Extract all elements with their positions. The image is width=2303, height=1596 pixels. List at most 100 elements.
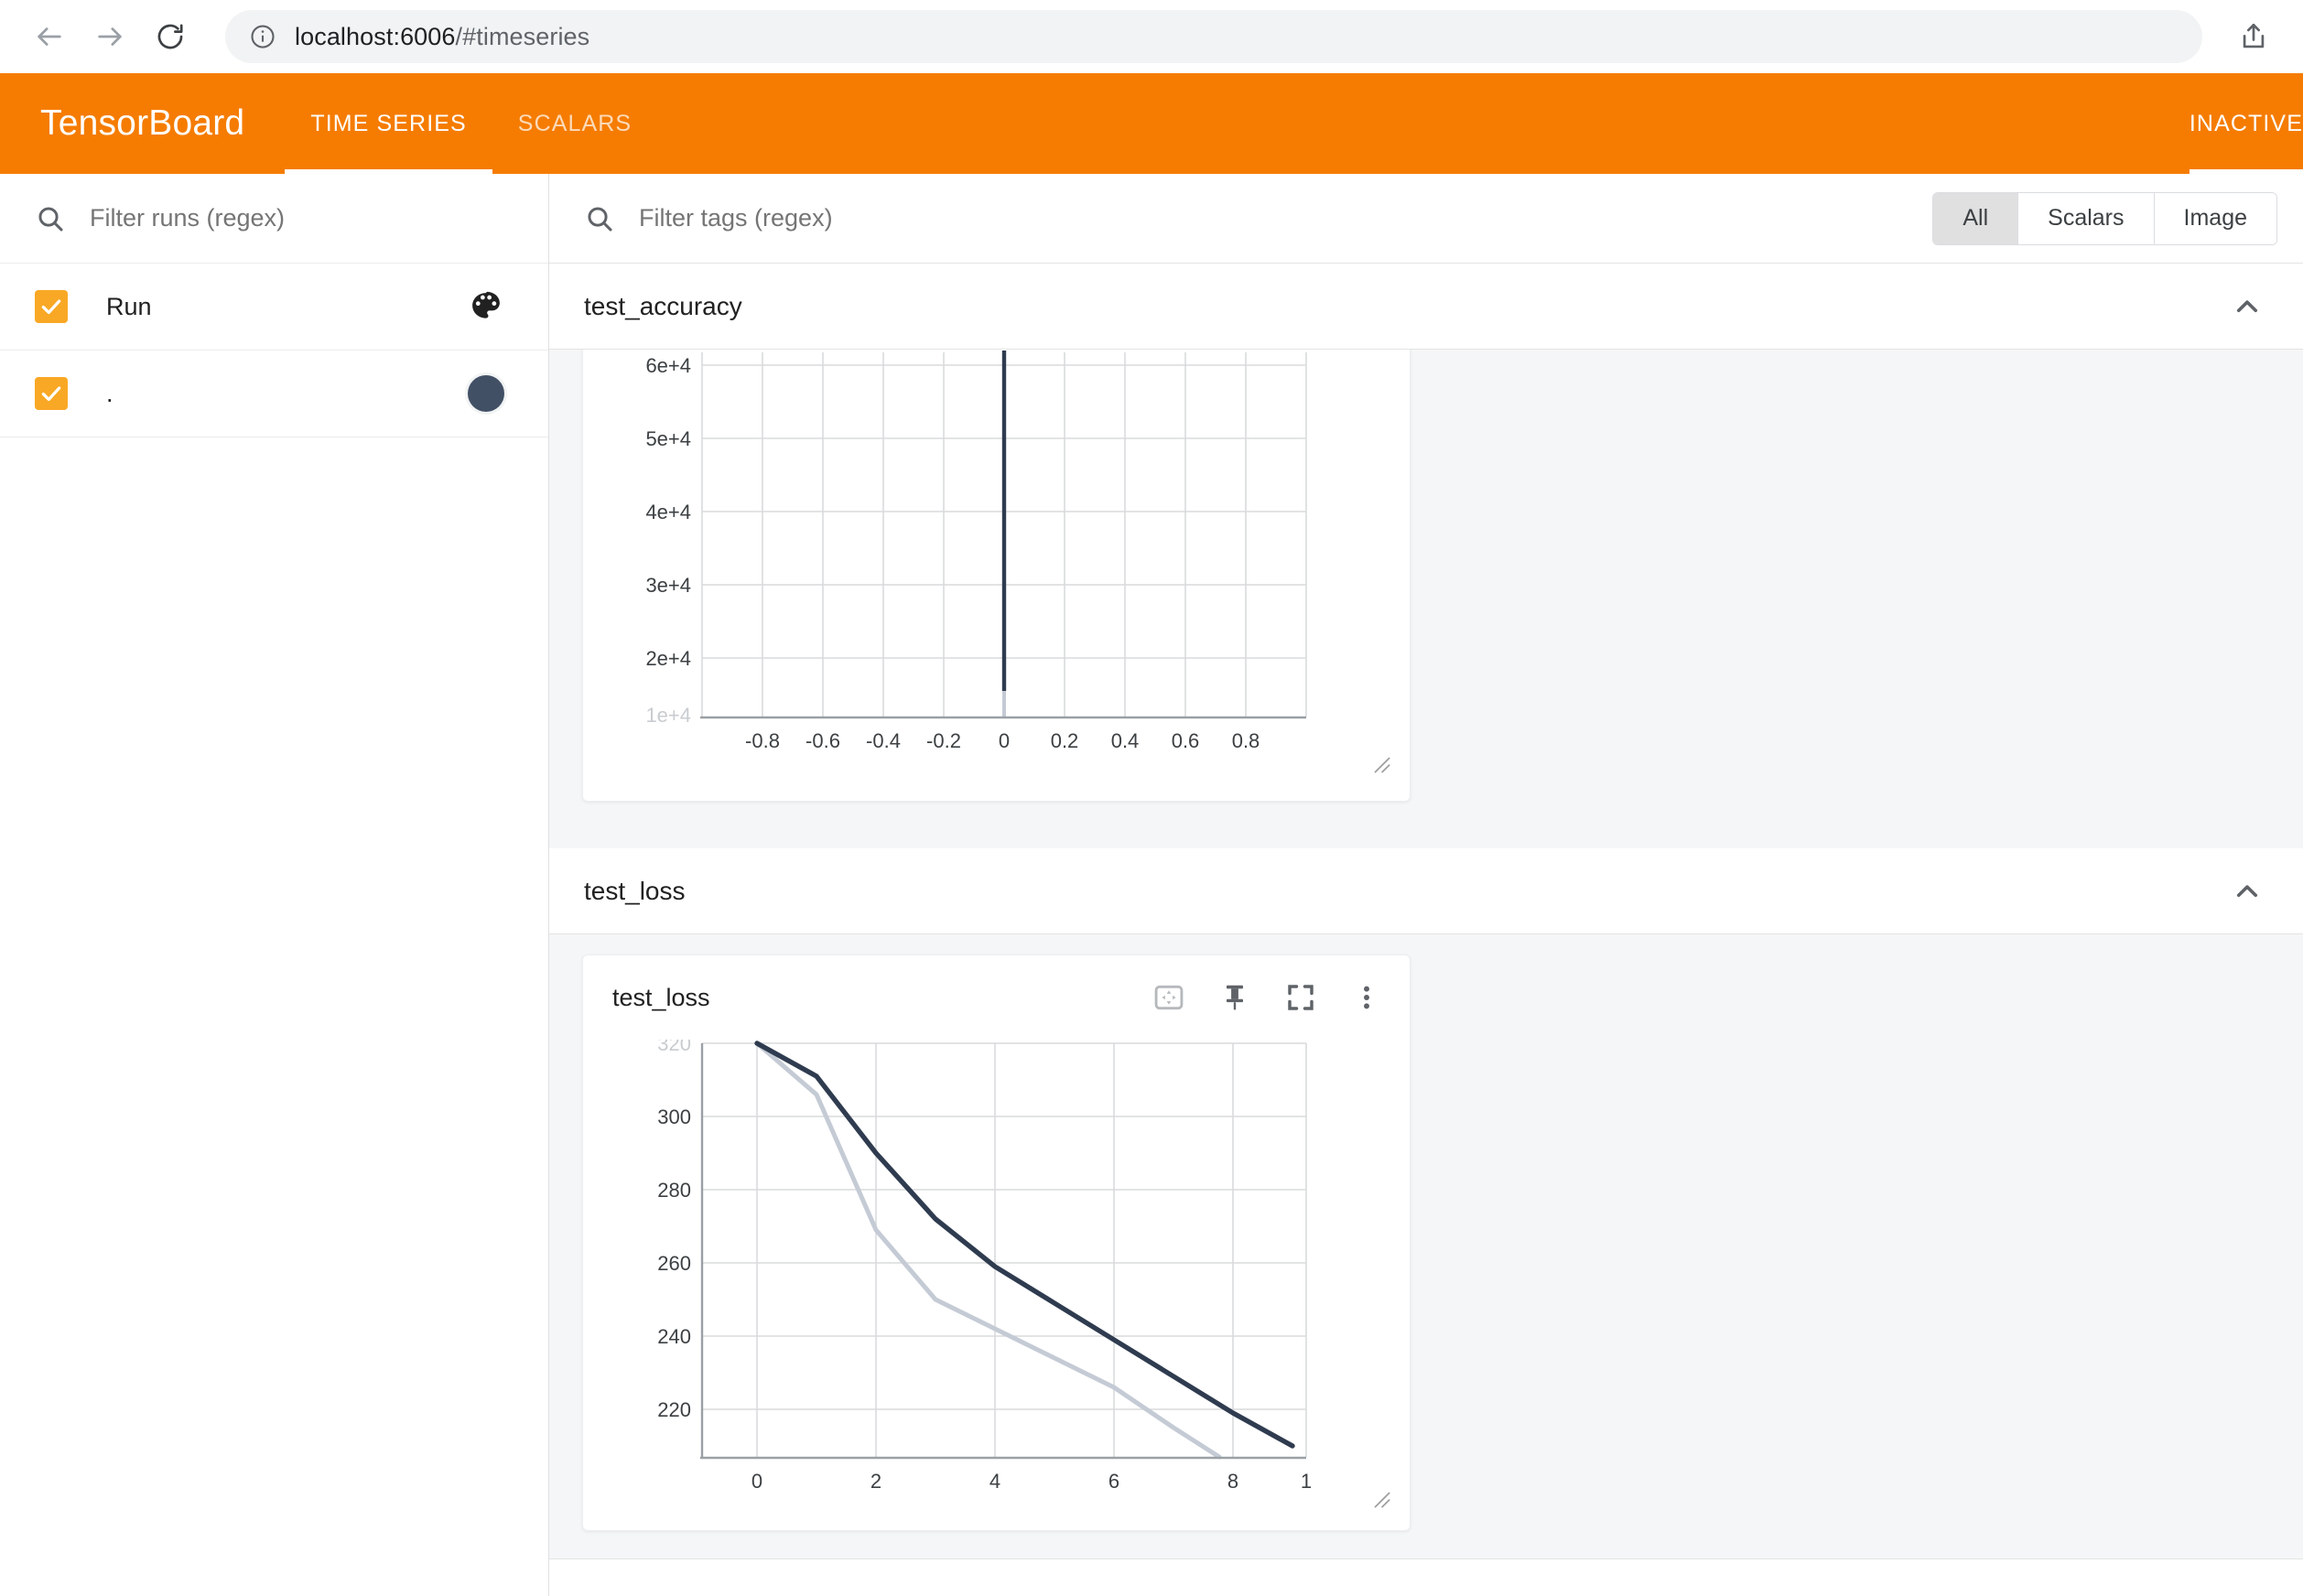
chart-card-actions — [1150, 978, 1386, 1017]
url-host: localhost:6006 — [295, 22, 456, 50]
plugin-type-filter: All Scalars Image — [1932, 191, 2277, 245]
svg-text:260: 260 — [657, 1252, 691, 1275]
run-row-item[interactable]: . — [0, 350, 548, 437]
accuracy-plot-svg: 6e+4 5e+4 4e+4 3e+4 2e+4 1e+4 -0.8 -0.6 — [645, 350, 1307, 752]
run-checkbox-all[interactable] — [35, 290, 68, 323]
svg-text:220: 220 — [657, 1398, 691, 1421]
svg-text:0.6: 0.6 — [1172, 729, 1200, 752]
pan-icon[interactable] — [1150, 978, 1188, 1017]
svg-text:0: 0 — [999, 729, 1010, 752]
tab-time-series[interactable]: TIME SERIES — [285, 73, 493, 174]
filter-scalars-button[interactable]: Scalars — [2018, 192, 2155, 244]
svg-text:240: 240 — [657, 1325, 691, 1348]
tab-inactive[interactable]: INACTIVE — [2164, 73, 2303, 174]
filter-all-button[interactable]: All — [1933, 192, 2019, 244]
chart-card-test-accuracy[interactable]: test_accuracy — [582, 350, 1411, 802]
run-row-header[interactable]: Run — [0, 264, 548, 350]
url-path: /#timeseries — [455, 22, 590, 50]
header-right: INACTIVE — [2164, 73, 2303, 174]
svg-text:1: 1 — [1301, 1470, 1312, 1493]
cards-scroll-area[interactable]: test_accuracy test_accuracy — [549, 264, 2303, 1596]
x-tick-labels: -0.8 -0.6 -0.4 -0.2 0 0.2 0.4 0.6 0.8 — [745, 729, 1260, 752]
svg-text:-0.8: -0.8 — [745, 729, 780, 752]
filter-all-label: All — [1962, 205, 1989, 231]
chevron-up-icon[interactable] — [2222, 282, 2272, 331]
tag-group-header-test-loss[interactable]: test_loss — [549, 848, 2303, 934]
address-bar-text: localhost:6006/#timeseries — [295, 23, 589, 51]
x-gridlines — [701, 1043, 1307, 1457]
svg-text:6e+4: 6e+4 — [645, 354, 691, 377]
app-header: TensorBoard TIME SERIES SCALARS INACTIVE — [0, 73, 2303, 174]
more-vert-icon[interactable] — [1347, 978, 1386, 1017]
y-tick-labels: 6e+4 5e+4 4e+4 3e+4 2e+4 1e+4 — [645, 354, 691, 727]
resize-grip-icon[interactable] — [1369, 1487, 1393, 1511]
svg-text:0.8: 0.8 — [1232, 729, 1260, 752]
svg-text:0.4: 0.4 — [1111, 729, 1140, 752]
run-checkbox[interactable] — [35, 377, 68, 410]
svg-text:-0.4: -0.4 — [866, 729, 901, 752]
svg-text:2e+4: 2e+4 — [645, 647, 691, 670]
run-label: . — [106, 379, 114, 407]
fullscreen-icon[interactable] — [1281, 978, 1320, 1017]
series-smoothed-line — [754, 1041, 1295, 1449]
address-bar[interactable]: localhost:6006/#timeseries — [225, 10, 2202, 63]
filter-scalars-label: Scalars — [2048, 205, 2125, 231]
y-gridlines — [702, 1042, 1306, 1410]
svg-text:5e+4: 5e+4 — [645, 427, 691, 450]
tag-group-body-test-loss: test_loss 320 300 280 260 240 220 0 2 4 … — [549, 934, 2303, 1558]
chart-plot-test-loss[interactable]: 320 300 280 260 240 220 0 2 4 6 8 1 — [583, 1032, 1410, 1520]
forward-button[interactable] — [84, 11, 135, 62]
chart-card-test-loss[interactable]: test_loss 320 300 280 260 240 220 0 2 4 … — [582, 954, 1411, 1531]
runs-filter-row — [0, 174, 548, 264]
pin-icon[interactable] — [1216, 978, 1254, 1017]
back-button[interactable] — [24, 11, 75, 62]
palette-icon[interactable] — [469, 289, 503, 324]
svg-text:-0.6: -0.6 — [806, 729, 840, 752]
tag-group-title: test_accuracy — [584, 291, 742, 320]
svg-text:4e+4: 4e+4 — [645, 501, 691, 523]
series-raw-line — [754, 1041, 1222, 1460]
resize-grip-icon[interactable] — [1369, 752, 1393, 776]
info-circle-icon[interactable] — [249, 23, 276, 50]
tag-group-title: test_loss — [584, 876, 686, 905]
main-tabs: TIME SERIES SCALARS — [285, 73, 657, 174]
chevron-up-icon[interactable] — [2222, 867, 2272, 916]
svg-text:0: 0 — [751, 1470, 762, 1493]
svg-text:280: 280 — [657, 1179, 691, 1202]
svg-text:8: 8 — [1227, 1470, 1238, 1493]
chart-card-header: test_loss — [583, 955, 1410, 1040]
svg-text:-0.2: -0.2 — [926, 729, 961, 752]
svg-text:320: 320 — [657, 1040, 691, 1055]
chart-plot-test-accuracy[interactable]: 6e+4 5e+4 4e+4 3e+4 2e+4 1e+4 -0.8 -0.6 — [583, 350, 1410, 785]
reload-button[interactable] — [145, 11, 196, 62]
tag-group-header-next[interactable] — [549, 1558, 2303, 1596]
browser-toolbar: localhost:6006/#timeseries — [0, 0, 2303, 73]
color-dot[interactable] — [468, 375, 504, 412]
share-button[interactable] — [2228, 11, 2279, 62]
search-icon — [35, 203, 66, 234]
svg-text:2: 2 — [870, 1470, 881, 1493]
tag-group-body-test-accuracy: test_accuracy — [549, 350, 2303, 848]
svg-text:300: 300 — [657, 1105, 691, 1128]
tag-group-header-test-accuracy[interactable]: test_accuracy — [549, 264, 2303, 350]
runs-filter-input[interactable] — [90, 204, 514, 232]
runs-sidebar: Run . — [0, 174, 549, 1596]
run-color-picker[interactable] — [459, 289, 514, 324]
tab-time-series-label: TIME SERIES — [310, 110, 467, 136]
tab-scalars-label: SCALARS — [517, 110, 633, 136]
svg-text:6: 6 — [1108, 1470, 1119, 1493]
tags-filter-input[interactable] — [639, 204, 1933, 232]
svg-text:0.2: 0.2 — [1051, 729, 1079, 752]
app-title: TensorBoard — [40, 103, 245, 143]
run-color-swatch[interactable] — [459, 375, 514, 412]
tab-scalars[interactable]: SCALARS — [492, 73, 657, 174]
svg-text:4: 4 — [989, 1470, 1000, 1493]
svg-text:1e+4: 1e+4 — [645, 704, 691, 727]
filter-image-button[interactable]: Image — [2154, 192, 2276, 244]
x-tick-labels: 0 2 4 6 8 1 — [751, 1470, 1312, 1493]
run-label: Run — [106, 292, 152, 320]
filter-image-label: Image — [2183, 205, 2247, 231]
search-icon — [584, 203, 615, 234]
app-body: Run . — [0, 174, 2303, 1596]
loss-plot-svg: 320 300 280 260 240 220 0 2 4 6 8 1 — [657, 1032, 1312, 1493]
